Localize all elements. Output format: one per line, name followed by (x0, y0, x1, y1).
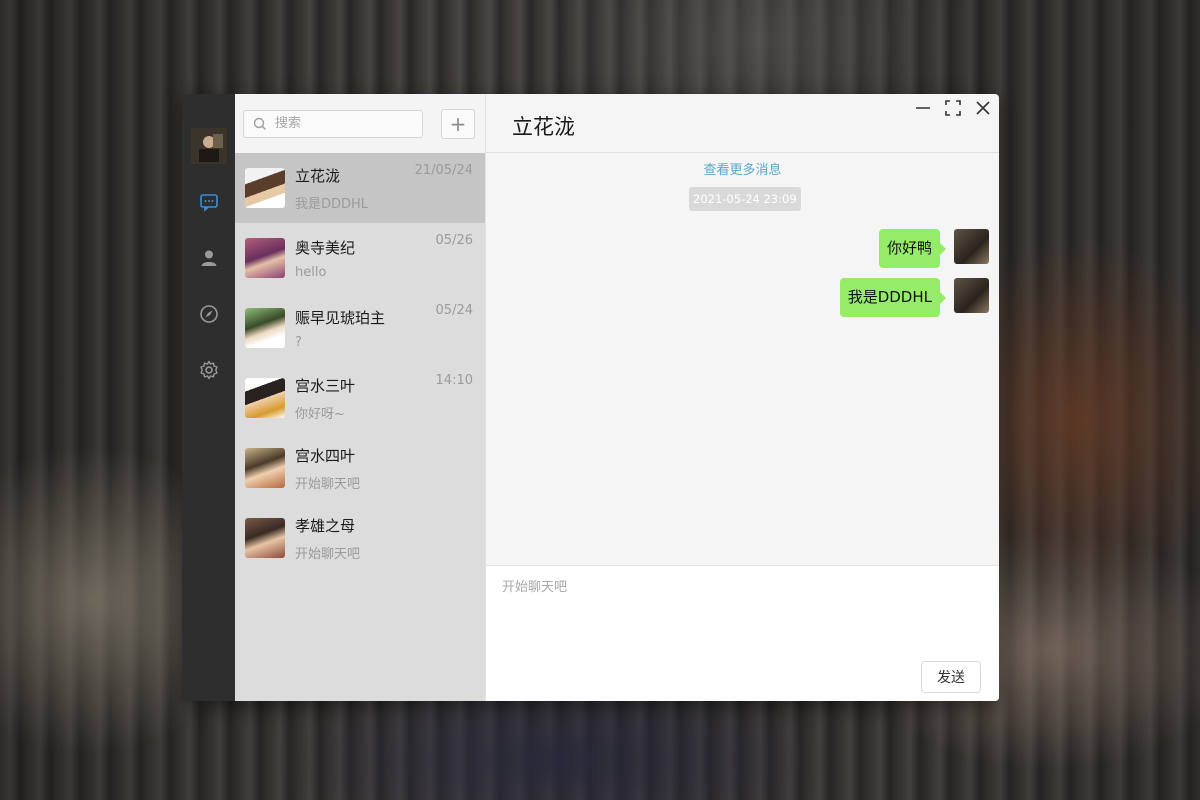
nav-rail (182, 94, 235, 701)
message-timestamp: 2021-05-24 23:09 (689, 187, 801, 211)
chat-app-window: + 立花泷 我是DDDHL 21/05/24 奥寺美纪 hello 05/26 … (182, 94, 999, 701)
search-icon (253, 117, 266, 130)
last-message-preview: ? (295, 334, 302, 350)
conversation-item[interactable]: 孝雄之母 开始聊天吧 (235, 503, 485, 573)
conversation-time: 21/05/24 (414, 163, 473, 178)
settings-gear-icon[interactable] (191, 352, 227, 388)
conversation-time: 05/26 (435, 233, 473, 248)
composer: 发送 (486, 565, 999, 701)
minimize-icon[interactable] (913, 98, 933, 118)
search-input[interactable] (273, 115, 417, 132)
message-row: 我是DDDHL (839, 278, 989, 317)
user-avatar[interactable] (190, 128, 227, 164)
contact-name: 立花泷 (295, 166, 341, 185)
search-box (243, 109, 423, 138)
contacts-person-icon[interactable] (191, 240, 227, 276)
last-message-preview: 开始聊天吧 (295, 546, 361, 562)
add-chat-button[interactable]: + (441, 108, 475, 139)
conversation-time: 14:10 (435, 373, 473, 388)
conversation-item[interactable]: 立花泷 我是DDDHL 21/05/24 (235, 153, 485, 223)
conversation-item[interactable]: 宫水三叶 你好呀~ 14:10 (235, 363, 485, 433)
compass-icon[interactable] (191, 296, 227, 332)
last-message-preview: hello (295, 264, 327, 280)
conversation-item[interactable]: 奥寺美纪 hello 05/26 (235, 223, 485, 293)
message-bubble: 你好鸭 (878, 229, 947, 268)
message-input[interactable] (500, 574, 984, 648)
conversation-item[interactable]: 赈早见琥珀主 ? 05/24 (235, 293, 485, 363)
contact-name: 宫水三叶 (295, 376, 356, 395)
chat-bubble-icon[interactable] (191, 184, 227, 220)
conversation-list-panel: + 立花泷 我是DDDHL 21/05/24 奥寺美纪 hello 05/26 … (235, 94, 485, 701)
contact-avatar (245, 308, 285, 348)
contact-avatar (245, 168, 285, 208)
search-bar: + (235, 94, 485, 153)
conversation-time: 05/24 (435, 303, 473, 318)
last-message-preview: 你好呀~ (295, 406, 345, 422)
contact-name: 宫水四叶 (295, 446, 356, 465)
last-message-preview: 开始聊天吧 (295, 476, 361, 492)
send-button[interactable]: 发送 (921, 661, 981, 693)
message-bubble: 我是DDDHL (839, 278, 947, 317)
conversation-item[interactable]: 宫水四叶 开始聊天吧 (235, 433, 485, 503)
close-icon[interactable] (973, 98, 993, 118)
message-area: 查看更多消息 2021-05-24 23:09 你好鸭 我是DDDHL (486, 153, 999, 565)
maximize-icon[interactable] (943, 98, 963, 118)
window-controls (913, 98, 993, 118)
chat-title: 立花泷 (512, 115, 575, 139)
contact-avatar (245, 378, 285, 418)
contact-name: 赈早见琥珀主 (295, 308, 386, 327)
load-more-link[interactable]: 查看更多消息 (486, 159, 999, 178)
contact-name: 奥寺美纪 (295, 238, 356, 257)
chat-main: 立花泷 查看更多消息 2021-05-24 23:09 你好鸭 我是DDDHL … (485, 94, 999, 701)
sender-avatar (954, 229, 989, 264)
contact-avatar (245, 238, 285, 278)
contact-avatar (245, 518, 285, 558)
message-row: 你好鸭 (878, 229, 989, 268)
last-message-preview: 我是DDDHL (295, 196, 369, 212)
contact-name: 孝雄之母 (295, 516, 356, 535)
contact-avatar (245, 448, 285, 488)
sender-avatar (954, 278, 989, 313)
chat-header: 立花泷 (486, 94, 999, 153)
